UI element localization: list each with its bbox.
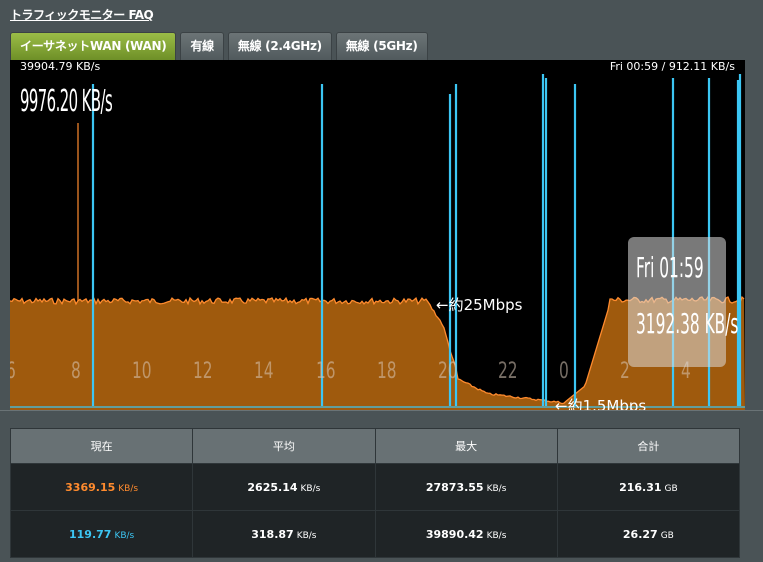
- stats-row-download: 3369.15 KB/s 2625.14 KB/s 27873.55 KB/s 216…: [9, 463, 741, 511]
- traffic-chart[interactable]: 6810121416182022024 39904.79 KB/s Fri 00…: [10, 60, 745, 410]
- value: 39890.42: [425, 527, 484, 541]
- unit: KB/s: [114, 530, 135, 541]
- tooltip-time: Fri 01:59: [636, 251, 704, 284]
- header-total: 合計: [556, 428, 741, 464]
- stats-row-upload: 119.77 KB/s 318.87 KB/s 39890.42 KB/s 26.27…: [9, 510, 741, 558]
- x-tick-label: 8: [71, 358, 81, 383]
- traffic-monitor-faq-link[interactable]: トラフィックモニター FAQ: [10, 6, 154, 23]
- unit: KB/s: [300, 483, 321, 494]
- value: 2625.14: [247, 480, 298, 494]
- x-tick-label: 18: [377, 358, 397, 383]
- chart-max-scale: 39904.79 KB/s: [20, 60, 101, 73]
- upload-total: 26.27 GB: [556, 510, 741, 558]
- download-total: 216.31 GB: [556, 463, 741, 511]
- value: 26.27: [622, 527, 658, 541]
- unit: GB: [660, 530, 674, 541]
- unit: KB/s: [296, 530, 317, 541]
- header-average: 平均: [192, 428, 376, 464]
- unit: GB: [664, 483, 678, 494]
- tab-wired[interactable]: 有線: [180, 32, 224, 60]
- header-current: 現在: [9, 428, 194, 464]
- x-tick-label: 6: [10, 358, 16, 383]
- x-tick-label: 14: [254, 358, 274, 383]
- x-tick-label: 16: [316, 358, 336, 383]
- value: 119.77: [68, 527, 112, 541]
- peak-value-label: 9976.20 KB/s: [20, 84, 113, 119]
- chart-time-readout: Fri 00:59 / 912.11 KB/s: [609, 60, 735, 73]
- unit: KB/s: [118, 483, 139, 494]
- hover-tooltip: Fri 01:59 3192.38 KB/s: [628, 237, 738, 367]
- download-average: 2625.14 KB/s: [192, 463, 376, 511]
- upload-max: 39890.42 KB/s: [374, 510, 558, 558]
- tooltip-value: 3192.38 KB/s: [636, 307, 739, 340]
- download-current: 3369.15 KB/s: [9, 463, 194, 511]
- value: 318.87: [251, 527, 294, 541]
- interface-tabs: イーサネットWAN (WAN) 有線 無線 (2.4GHz) 無線 (5GHz): [10, 32, 428, 60]
- annotation-1-5mbps: ←約1.5Mbps: [555, 397, 647, 410]
- upload-current: 119.77 KB/s: [9, 510, 194, 558]
- x-tick-label: 0: [559, 358, 569, 383]
- divider: [0, 410, 763, 411]
- value: 216.31: [619, 480, 662, 494]
- traffic-stats-table: 現在 平均 最大 合計 3369.15 KB/s 2625.14 KB/s 2787…: [9, 428, 741, 558]
- unit: KB/s: [486, 483, 507, 494]
- x-tick-label: 10: [132, 358, 152, 383]
- x-tick-label: 22: [498, 358, 518, 383]
- download-max: 27873.55 KB/s: [374, 463, 558, 511]
- stats-header-row: 現在 平均 最大 合計: [9, 428, 741, 464]
- value: 3369.15: [65, 480, 116, 494]
- annotation-25mbps: ←約25Mbps: [436, 296, 523, 314]
- tab-ethernet-wan[interactable]: イーサネットWAN (WAN): [10, 32, 177, 60]
- x-tick-label: 12: [193, 358, 213, 383]
- tab-wireless-24ghz[interactable]: 無線 (2.4GHz): [227, 32, 332, 60]
- unit: KB/s: [486, 530, 507, 541]
- upload-average: 318.87 KB/s: [192, 510, 376, 558]
- header-max: 最大: [374, 428, 558, 464]
- value: 27873.55: [425, 480, 484, 494]
- tab-wireless-5ghz[interactable]: 無線 (5GHz): [335, 32, 428, 60]
- x-tick-label: 20: [438, 358, 458, 383]
